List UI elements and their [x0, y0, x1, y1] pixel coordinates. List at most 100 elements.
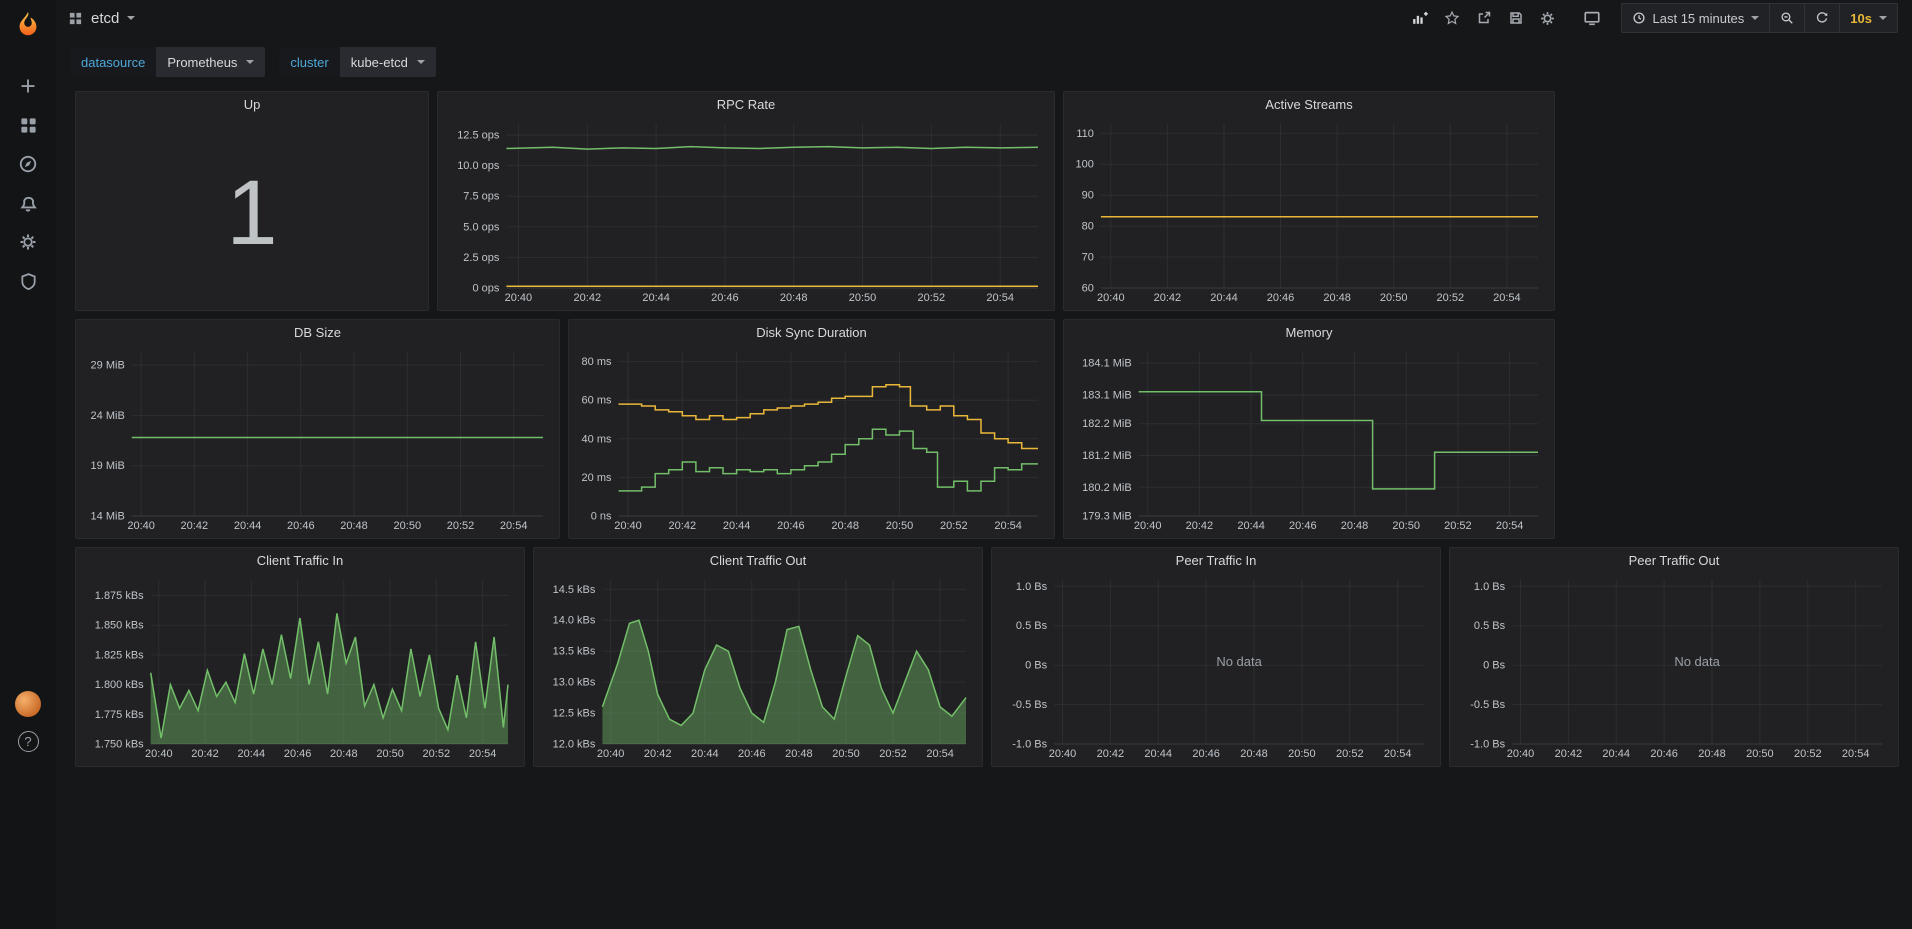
- panel-add-icon: [1411, 10, 1428, 27]
- panel-title-active-streams[interactable]: Active Streams: [1064, 92, 1554, 117]
- svg-text:20:44: 20:44: [691, 748, 719, 760]
- panel-title-client-traffic-out[interactable]: Client Traffic Out: [534, 548, 982, 573]
- svg-text:20:48: 20:48: [1323, 292, 1351, 304]
- svg-text:179.3 MiB: 179.3 MiB: [1082, 511, 1132, 523]
- svg-text:0 Bs: 0 Bs: [1483, 660, 1506, 672]
- sidebar-item-configuration[interactable]: [10, 230, 46, 254]
- panel-up: Up 1: [75, 91, 429, 311]
- rpc-rate-chart[interactable]: 0 ops2.5 ops5.0 ops7.5 ops10.0 ops12.5 o…: [444, 118, 1046, 306]
- grafana-logo[interactable]: [8, 4, 48, 44]
- client-traffic-out-chart[interactable]: 12.0 kBs12.5 kBs13.0 kBs13.5 kBs14.0 kBs…: [540, 574, 974, 762]
- tv-mode-button[interactable]: [1577, 4, 1607, 32]
- memory-chart[interactable]: 179.3 MiB180.2 MiB181.2 MiB182.2 MiB183.…: [1070, 346, 1546, 534]
- panel-title-memory[interactable]: Memory: [1064, 320, 1554, 345]
- bell-icon: [18, 193, 38, 213]
- svg-text:20:40: 20:40: [127, 520, 155, 532]
- panel-title-db-size[interactable]: DB Size: [76, 320, 559, 345]
- svg-text:20:44: 20:44: [1210, 292, 1238, 304]
- peer-traffic-out-chart[interactable]: -1.0 Bs-0.5 Bs0 Bs0.5 Bs1.0 Bs20:4020:42…: [1456, 574, 1890, 762]
- svg-text:20:46: 20:46: [1289, 520, 1317, 532]
- panel-title-rpc-rate[interactable]: RPC Rate: [438, 92, 1054, 117]
- svg-text:20:40: 20:40: [505, 292, 533, 304]
- panel-title-peer-traffic-in[interactable]: Peer Traffic In: [992, 548, 1440, 573]
- zoom-out-time-button[interactable]: [1769, 3, 1805, 33]
- svg-text:20:48: 20:48: [780, 292, 808, 304]
- share-dashboard-button[interactable]: [1469, 4, 1499, 32]
- svg-text:20:46: 20:46: [1267, 292, 1295, 304]
- panel-title-peer-traffic-out[interactable]: Peer Traffic Out: [1450, 548, 1898, 573]
- svg-text:20:48: 20:48: [1240, 748, 1268, 760]
- svg-text:20:52: 20:52: [1437, 292, 1465, 304]
- sidebar-item-create[interactable]: [10, 74, 46, 98]
- svg-text:20:52: 20:52: [1444, 520, 1472, 532]
- sidebar-item-dashboards[interactable]: [10, 113, 46, 137]
- svg-text:20:42: 20:42: [1154, 292, 1182, 304]
- sidebar-item-alerting[interactable]: [10, 191, 46, 215]
- svg-text:0 ops: 0 ops: [472, 283, 499, 295]
- svg-text:20:40: 20:40: [597, 748, 625, 760]
- svg-text:70: 70: [1082, 252, 1094, 264]
- star-dashboard-button[interactable]: [1437, 4, 1467, 32]
- svg-text:20:46: 20:46: [1650, 748, 1678, 760]
- svg-text:1.0 Bs: 1.0 Bs: [1016, 581, 1048, 593]
- svg-text:20:42: 20:42: [1097, 748, 1125, 760]
- variable-datasource-value[interactable]: Prometheus: [156, 47, 265, 77]
- time-range-picker[interactable]: Last 15 minutes: [1621, 3, 1771, 33]
- sidebar-item-explore[interactable]: [10, 152, 46, 176]
- svg-text:20:44: 20:44: [1602, 748, 1630, 760]
- save-dashboard-button[interactable]: [1501, 4, 1531, 32]
- refresh-interval-picker[interactable]: 10s: [1839, 3, 1898, 33]
- chevron-down-icon: [1879, 16, 1887, 20]
- plus-icon: [18, 76, 38, 96]
- panel-title-up[interactable]: Up: [76, 92, 428, 117]
- svg-text:20:52: 20:52: [1794, 748, 1822, 760]
- svg-text:20:50: 20:50: [832, 748, 860, 760]
- avatar: [15, 691, 41, 717]
- svg-text:0 Bs: 0 Bs: [1025, 660, 1048, 672]
- active-streams-chart[interactable]: 6070809010011020:4020:4220:4420:4620:482…: [1070, 118, 1546, 306]
- panel-peer-traffic-out: Peer Traffic Out -1.0 Bs-0.5 Bs0 Bs0.5 B…: [1449, 547, 1899, 767]
- panel-disk-sync-duration: Disk Sync Duration 0 ns20 ms40 ms60 ms80…: [568, 319, 1055, 539]
- user-avatar-button[interactable]: [10, 690, 46, 718]
- refresh-button[interactable]: [1804, 3, 1840, 33]
- svg-text:20:54: 20:54: [1384, 748, 1412, 760]
- template-variables-row: datasource Prometheus cluster kube-etcd: [56, 36, 1912, 86]
- clock-icon: [1632, 11, 1646, 25]
- svg-text:20:54: 20:54: [986, 292, 1014, 304]
- peer-traffic-in-chart[interactable]: -1.0 Bs-0.5 Bs0 Bs0.5 Bs1.0 Bs20:4020:42…: [998, 574, 1432, 762]
- sidebar-item-help[interactable]: ?: [10, 729, 46, 753]
- panel-peer-traffic-in: Peer Traffic In -1.0 Bs-0.5 Bs0 Bs0.5 Bs…: [991, 547, 1441, 767]
- svg-text:20:44: 20:44: [1144, 748, 1172, 760]
- save-icon: [1508, 10, 1524, 26]
- db-size-chart[interactable]: 14 MiB19 MiB24 MiB29 MiB20:4020:4220:442…: [82, 346, 551, 534]
- client-traffic-in-chart[interactable]: 1.750 kBs1.775 kBs1.800 kBs1.825 kBs1.85…: [82, 574, 516, 762]
- refresh-interval-label: 10s: [1850, 11, 1872, 26]
- panel-client-traffic-in: Client Traffic In 1.750 kBs1.775 kBs1.80…: [75, 547, 525, 767]
- svg-text:20:42: 20:42: [574, 292, 602, 304]
- dashboard-title-button[interactable]: etcd: [68, 10, 135, 27]
- variable-cluster-label: cluster: [279, 47, 339, 77]
- gear-icon: [1539, 10, 1556, 27]
- svg-text:20:54: 20:54: [926, 748, 954, 760]
- svg-text:12.0 kBs: 12.0 kBs: [553, 739, 596, 751]
- svg-text:20:52: 20:52: [1336, 748, 1364, 760]
- svg-text:13.0 kBs: 13.0 kBs: [553, 677, 596, 689]
- svg-text:20:50: 20:50: [376, 748, 404, 760]
- add-panel-button[interactable]: [1405, 4, 1435, 32]
- disk-sync-duration-chart[interactable]: 0 ns20 ms40 ms60 ms80 ms20:4020:4220:442…: [575, 346, 1046, 534]
- dashboard-settings-button[interactable]: [1533, 4, 1563, 32]
- sidebar-item-server-admin[interactable]: [10, 269, 46, 293]
- dashboards-grid-icon: [19, 116, 38, 135]
- svg-text:20:44: 20:44: [234, 520, 262, 532]
- panel-title-client-traffic-in[interactable]: Client Traffic In: [76, 548, 524, 573]
- navbar-actions: Last 15 minutes 10s: [1405, 3, 1898, 33]
- panel-active-streams: Active Streams 6070809010011020:4020:422…: [1063, 91, 1555, 311]
- panel-title-disk-sync-duration[interactable]: Disk Sync Duration: [569, 320, 1054, 345]
- svg-text:180.2 MiB: 180.2 MiB: [1082, 482, 1132, 494]
- svg-text:24 MiB: 24 MiB: [91, 410, 125, 422]
- svg-text:20:40: 20:40: [614, 520, 642, 532]
- variable-cluster-value[interactable]: kube-etcd: [340, 47, 436, 77]
- panel-db-size: DB Size 14 MiB19 MiB24 MiB29 MiB20:4020:…: [75, 319, 560, 539]
- svg-text:20:46: 20:46: [1192, 748, 1220, 760]
- chevron-down-icon: [127, 16, 135, 20]
